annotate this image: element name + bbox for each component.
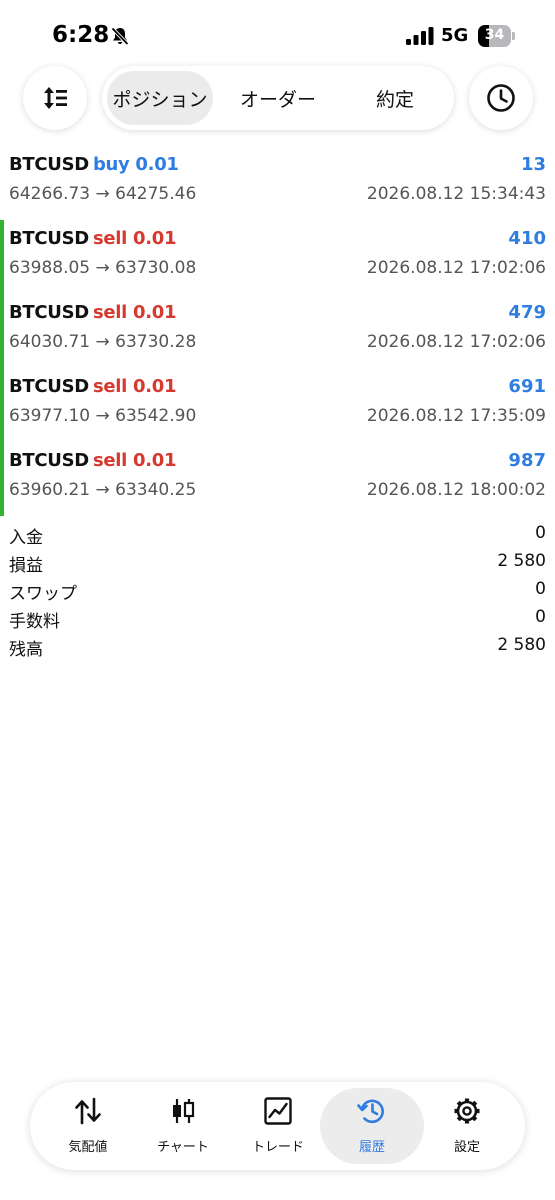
deal-title: BTCUSD sell 0.01 xyxy=(9,228,176,249)
history-clock-icon xyxy=(357,1099,384,1124)
summary-balance: 残高 2 580 xyxy=(0,632,555,660)
summary-value: 2 580 xyxy=(497,551,546,571)
network-type: 5G xyxy=(441,25,469,46)
candlestick-chart-icon xyxy=(173,1099,195,1123)
deal-row[interactable]: BTCUSD sell 0.01 410 63988.05 → 63730.08 … xyxy=(0,220,555,294)
time-period-button[interactable] xyxy=(469,66,533,130)
summary-value: 2 580 xyxy=(497,635,546,655)
tab-settings[interactable]: 設定 xyxy=(419,1088,515,1164)
deal-symbol: BTCUSD xyxy=(9,302,89,323)
deal-title: BTCUSD sell 0.01 xyxy=(9,302,176,323)
summary-swap: スワップ 0 xyxy=(0,576,555,604)
deal-type: sell 0.01 xyxy=(92,302,177,323)
deal-profit: 691 xyxy=(508,376,546,397)
tab-history[interactable]: 履歴 xyxy=(320,1088,424,1164)
deal-time: 2026.08.12 17:35:09 xyxy=(366,406,546,426)
deal-time: 2026.08.12 17:02:06 xyxy=(366,258,546,278)
deal-symbol: BTCUSD xyxy=(9,450,89,471)
deal-prices: 63988.05 → 63730.08 xyxy=(9,258,197,278)
deal-prices: 63977.10 → 63542.90 xyxy=(9,406,197,426)
status-bar: 6:28 5G 34 xyxy=(0,0,555,64)
summary-deposit: 入金 0 xyxy=(0,520,555,548)
status-time: 6:28 xyxy=(52,22,110,48)
deal-symbol: BTCUSD xyxy=(9,228,89,249)
tab-trade[interactable]: トレード xyxy=(230,1088,326,1164)
gear-icon xyxy=(454,1098,480,1124)
deal-symbol: BTCUSD xyxy=(9,376,89,397)
tab-label: チャート xyxy=(157,1140,209,1155)
deal-row[interactable]: BTCUSD sell 0.01 479 64030.71 → 63730.28 … xyxy=(0,294,555,368)
tab-label: オーダー xyxy=(239,88,316,111)
signal-bars-icon xyxy=(406,27,434,45)
tab-label: トレード xyxy=(251,1140,304,1155)
history-segmented-control: ポジション オーダー 約定 xyxy=(102,66,454,130)
summary-label: 入金 xyxy=(9,528,43,548)
summary-value: 0 xyxy=(535,579,546,599)
deal-type: sell 0.01 xyxy=(92,228,177,249)
deal-prices: 64030.71 → 63730.28 xyxy=(9,332,197,352)
deal-row[interactable]: BTCUSD buy 0.01 13 64266.73 → 64275.46 20… xyxy=(0,146,555,220)
account-summary: 入金 0 損益 2 580 スワップ 0 手数料 0 残高 2 580 xyxy=(0,520,555,660)
deal-title: BTCUSD sell 0.01 xyxy=(9,376,176,397)
deal-type: buy 0.01 xyxy=(92,154,179,175)
summary-commission: 手数料 0 xyxy=(0,604,555,632)
deal-profit: 410 xyxy=(508,228,546,249)
deal-symbol: BTCUSD xyxy=(9,154,89,175)
deal-prices: 63960.21 → 63340.25 xyxy=(9,480,197,500)
tab-orders[interactable]: オーダー xyxy=(222,71,334,125)
clock-icon xyxy=(487,84,515,112)
summary-label: 損益 xyxy=(9,556,43,576)
deal-profit: 479 xyxy=(508,302,546,323)
deal-list: BTCUSD buy 0.01 13 64266.73 → 64275.46 20… xyxy=(0,146,555,516)
deal-title: BTCUSD sell 0.01 xyxy=(9,450,176,471)
summary-profit: 損益 2 580 xyxy=(0,548,555,576)
deal-time: 2026.08.12 17:02:06 xyxy=(366,332,546,352)
deal-profit: 987 xyxy=(508,450,546,471)
sort-button[interactable] xyxy=(23,66,87,130)
bottom-tab-bar: 気配値 チャート トレード 履歴 設定 xyxy=(30,1082,525,1170)
deal-row[interactable]: BTCUSD sell 0.01 691 63977.10 → 63542.90 … xyxy=(0,368,555,442)
deal-title: BTCUSD buy 0.01 xyxy=(9,154,179,175)
tab-label: 約定 xyxy=(375,88,414,111)
summary-label: 手数料 xyxy=(9,612,60,632)
trade-graph-icon xyxy=(264,1097,292,1125)
bell-slash-icon xyxy=(111,27,129,46)
deal-type: sell 0.01 xyxy=(92,376,177,397)
summary-value: 0 xyxy=(535,607,546,627)
battery-level: 34 xyxy=(484,27,505,43)
sort-icon xyxy=(44,87,67,109)
tab-label: ポジション xyxy=(112,88,208,111)
deal-time: 2026.08.12 18:00:02 xyxy=(366,480,546,500)
deal-time: 2026.08.12 15:34:43 xyxy=(366,184,546,204)
summary-label: スワップ xyxy=(9,584,77,604)
tab-positions[interactable]: ポジション xyxy=(107,71,213,125)
tab-chart[interactable]: チャート xyxy=(135,1088,231,1164)
deal-profit: 13 xyxy=(520,154,546,175)
deal-prices: 64266.73 → 64275.46 xyxy=(9,184,197,204)
tab-quotes[interactable]: 気配値 xyxy=(40,1088,136,1164)
battery-icon: 34 xyxy=(478,25,515,47)
tab-label: 履歴 xyxy=(358,1140,385,1155)
tab-label: 設定 xyxy=(453,1140,480,1155)
tab-label: 気配値 xyxy=(68,1140,108,1155)
quotes-arrows-icon xyxy=(75,1097,101,1125)
tab-deals[interactable]: 約定 xyxy=(342,71,448,125)
deal-type: sell 0.01 xyxy=(92,450,177,471)
summary-value: 0 xyxy=(535,523,546,543)
summary-label: 残高 xyxy=(9,640,43,660)
deal-row[interactable]: BTCUSD sell 0.01 987 63960.21 → 63340.25 … xyxy=(0,442,555,516)
